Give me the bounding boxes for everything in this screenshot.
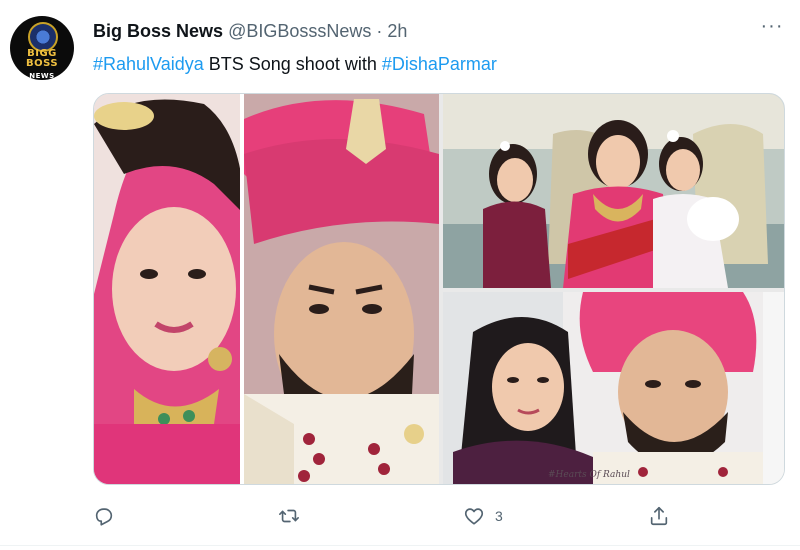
photo-bride-groom-illustration: [94, 94, 439, 484]
like-count: 3: [495, 508, 503, 524]
photo-watermark: #Hearts Of Rahul: [548, 470, 630, 480]
timestamp[interactable]: 2h: [387, 21, 407, 41]
share-icon: [650, 506, 668, 526]
avatar-logo-line1: BIGG BOSS: [25, 48, 59, 69]
tweet-header: Big Boss News @BIGBosssNews · 2h: [93, 20, 407, 42]
divider: [0, 545, 800, 546]
separator-dot: ·: [376, 21, 383, 41]
retweet-button[interactable]: [278, 502, 310, 530]
like-button[interactable]: 3: [463, 502, 503, 530]
hashtag-link[interactable]: #DishaParmar: [382, 54, 497, 74]
tweet-actions: 3: [93, 502, 693, 532]
user-handle[interactable]: @BIGBosssNews: [228, 21, 371, 41]
avatar-logo-line2: NEWS: [29, 72, 55, 80]
photo-groom-with-girl[interactable]: #Hearts Of Rahul: [443, 292, 784, 484]
reply-button[interactable]: [93, 502, 125, 530]
avatar-logo: BIGG BOSS NEWS: [10, 48, 74, 81]
retweet-icon: [279, 509, 299, 523]
reply-icon: [95, 508, 113, 526]
photo-bride-groom[interactable]: [94, 94, 439, 484]
tweet-text-body: BTS Song shoot with: [203, 54, 382, 74]
display-name[interactable]: Big Boss News: [93, 21, 223, 41]
photo-group-with-girls[interactable]: [443, 94, 784, 288]
media-grid: #Hearts Of Rahul: [93, 93, 785, 485]
avatar[interactable]: BIGG BOSS NEWS: [10, 16, 74, 80]
share-button[interactable]: [648, 502, 680, 530]
tweet[interactable]: BIGG BOSS NEWS Big Boss News @BIGBosssNe…: [0, 0, 800, 550]
heart-icon: [464, 508, 484, 525]
hashtag-link[interactable]: #RahulVaidya: [93, 54, 204, 74]
tweet-text: #RahulVaidya BTS Song shoot with #DishaP…: [93, 53, 497, 75]
photo-group-illustration: [443, 94, 784, 288]
more-icon[interactable]: ···: [760, 16, 784, 42]
photo-groom-girl-illustration: [443, 292, 784, 484]
